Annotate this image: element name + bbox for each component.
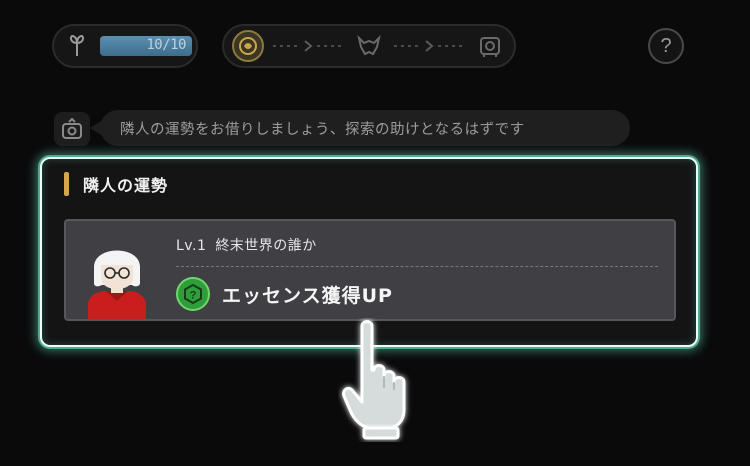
panel-title-text: 隣人の運勢 [83,176,169,195]
route-dash-1 [264,38,353,54]
compass-icon [232,30,264,62]
effect-label: エッセンス獲得UP [222,284,393,307]
hint-bubble: 隣人の運勢をお借りしましょう、探索の助けとなるはずです [90,110,630,146]
stamina-gauge: 10/10 [52,24,198,68]
card-title: Lv.1 終末世界の誰か [176,235,317,255]
vault-icon [474,30,506,62]
panel-title: 隣人の運勢 [64,172,168,196]
fortune-screen: 10/10 ? 隣人の運勢をお借りしましょう、探索の助けとなるはずです 隣人の運… [0,0,750,466]
stamina-value: 10/10 [146,37,186,53]
camera-tag-icon [54,112,90,146]
card-name: 終末世界の誰か [215,238,317,254]
hint-text: 隣人の運勢をお借りしましょう、探索の助けとなるはずです [120,121,525,138]
card-level: Lv.1 [176,238,207,254]
help-button-label: ? [660,34,672,57]
help-hexagon-icon: ? [176,277,210,311]
fortune-card[interactable]: Lv.1 終末世界の誰か ? エッセンス獲得UP [64,219,676,321]
leaf-icon [66,34,88,58]
svg-text:?: ? [190,290,197,302]
help-button[interactable]: ? [648,28,684,64]
effect-row: ? エッセンス獲得UP [176,277,393,311]
route-dash-2 [385,38,474,54]
stamina-bar: 10/10 [100,36,192,56]
card-divider [176,266,658,267]
title-accent-bar [64,172,69,196]
avatar [84,235,150,319]
pointing-hand-icon [338,318,428,442]
beast-icon [353,30,385,62]
route-progress [222,24,516,68]
